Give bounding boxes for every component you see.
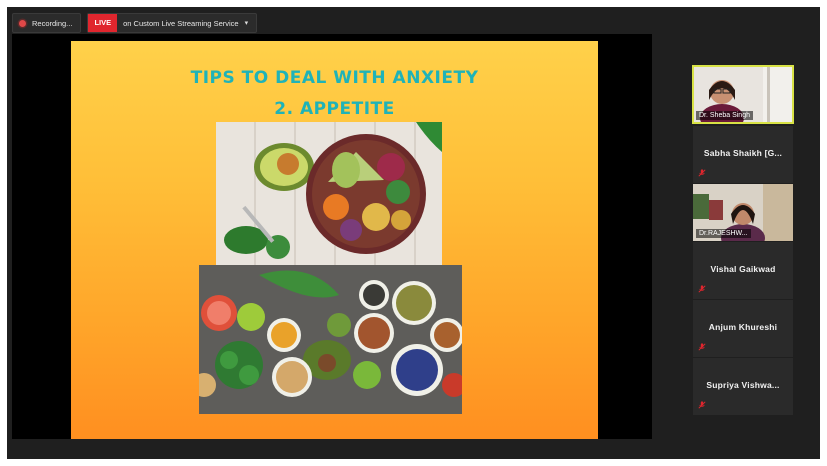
slide-subtitle: 2. APPETITE <box>274 99 395 119</box>
participant-name: Dr. Sheba Singh <box>696 111 753 120</box>
participant-tile[interactable]: Vishal Gaikwad <box>693 242 793 299</box>
presentation-slide: TIPS TO DEAL WITH ANXIETY 2. APPETITE <box>71 41 598 439</box>
live-stream-label: on Custom Live Streaming Service <box>123 18 239 28</box>
microphone-muted-icon <box>698 169 706 177</box>
microphone-muted-icon <box>698 285 706 293</box>
participant-tile[interactable]: Dr. Sheba Singh <box>692 65 794 124</box>
screen-share-area: TIPS TO DEAL WITH ANXIETY 2. APPETITE <box>12 34 652 439</box>
recording-label: Recording... <box>32 18 73 28</box>
microphone-muted-icon <box>698 343 706 351</box>
record-dot-icon <box>19 19 26 27</box>
slide-title: TIPS TO DEAL WITH ANXIETY <box>190 68 479 88</box>
participant-name: Dr.RAJESHW... <box>696 229 751 238</box>
participant-tile[interactable]: Dr.RAJESHW... <box>693 184 793 241</box>
salad-bowl-image <box>216 122 442 266</box>
participant-tile[interactable]: Sabha Shaikh [G... <box>693 126 793 183</box>
participant-name: Supriya Vishwa... <box>706 380 780 390</box>
participant-name: Anjum Khureshi <box>708 322 778 332</box>
participant-tile[interactable]: Anjum Khureshi <box>693 300 793 357</box>
participant-tile[interactable]: Supriya Vishwa... <box>693 358 793 415</box>
healthy-food-spread-image <box>199 265 462 414</box>
status-bar: Recording... LIVE on Custom Live Streami… <box>12 12 258 34</box>
chevron-down-icon[interactable]: ▾ <box>245 19 249 27</box>
microphone-muted-icon <box>698 401 706 409</box>
recording-indicator[interactable]: Recording... <box>12 13 82 33</box>
live-stream-indicator[interactable]: LIVE on Custom Live Streaming Service ▾ <box>87 13 258 33</box>
participant-name: Sabha Shaikh [G... <box>703 148 783 158</box>
live-badge: LIVE <box>88 14 118 32</box>
participant-name: Vishal Gaikwad <box>710 264 776 274</box>
